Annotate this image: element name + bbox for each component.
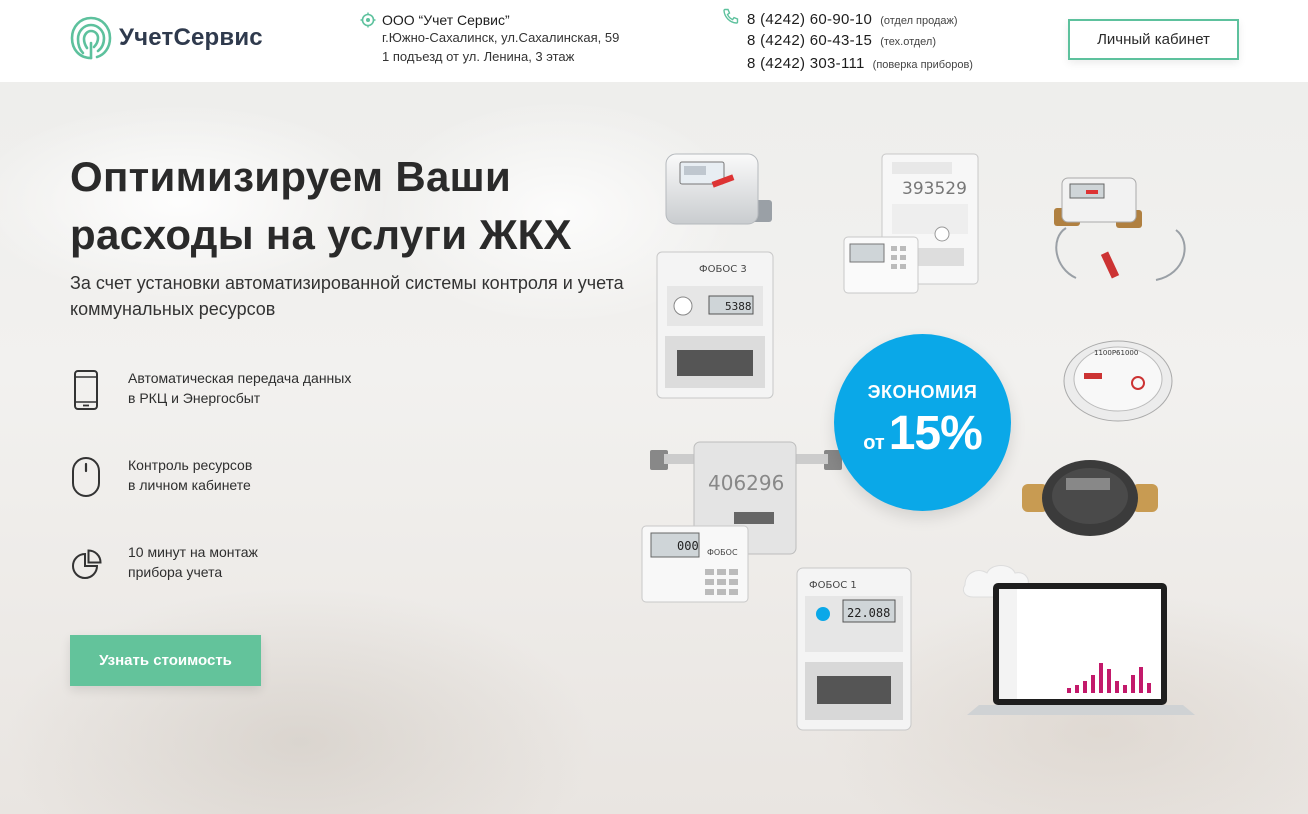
- feature-text-line-1: Контроль ресурсов: [128, 457, 253, 473]
- meter-reading-text: 22.088: [847, 606, 890, 620]
- brass-water-meter-image: [1022, 460, 1158, 536]
- gas-meter-image: [665, 153, 772, 225]
- phone-row: 8 (4242) 303-111 (поверка приборов): [722, 55, 973, 79]
- fingerprint-logo-icon: [70, 16, 112, 60]
- personal-cabinet-button[interactable]: Личный кабинет: [1068, 19, 1239, 60]
- hero-title: Оптимизируем Ваши расходы на услуги ЖКХ: [70, 148, 572, 264]
- site-header: УчетСервис ООО “Учет Сервис” г.Южно-Саха…: [0, 0, 1308, 82]
- water-meter-image: 1100Р61000: [1063, 340, 1173, 422]
- savings-value: от15%: [834, 406, 1011, 461]
- address-line-2: 1 подъезд от ул. Ленина, 3 этаж: [382, 49, 575, 64]
- hero-subtitle: За счет установки автоматизированной сис…: [70, 273, 624, 319]
- get-price-button[interactable]: Узнать стоимость: [70, 635, 261, 686]
- feature-text-line-2: прибора учета: [128, 564, 223, 580]
- hero-title-line-1: Оптимизируем Ваши: [70, 153, 512, 200]
- fobos1-meter-image: ФОБОС 1 22.088: [796, 567, 912, 731]
- phone-row: 8 (4242) 60-90-10 (отдел продаж): [722, 8, 973, 32]
- water-meter-number-text: 1100Р61000: [1094, 349, 1138, 357]
- feature-item: 10 минут на монтаж прибора учета: [70, 542, 258, 586]
- company-address: ООО “Учет Сервис” г.Южно-Сахалинск, ул.С…: [360, 12, 619, 66]
- display-unit-image: [843, 236, 919, 294]
- heat-meter-image: [1054, 177, 1186, 281]
- meter-brand-text: ФОБОС 1: [809, 580, 857, 591]
- feature-text-line-2: в личном кабинете: [128, 477, 251, 493]
- savings-badge: ЭКОНОМИЯ от15%: [834, 334, 1011, 511]
- flow-meter-number-text: 406296: [708, 471, 784, 495]
- savings-percent: 15%: [888, 407, 983, 460]
- savings-from: от: [863, 432, 885, 454]
- mouse-icon: [72, 457, 100, 497]
- location-target-icon: [360, 12, 376, 28]
- smartphone-icon: [74, 370, 98, 410]
- phone-note: (тех.отдел): [880, 35, 936, 48]
- brand-name: УчетСервис: [119, 24, 263, 51]
- phone-icon: [723, 8, 739, 24]
- fobos3-meter-image: ФОБОС 3 5388: [656, 251, 774, 399]
- address-line-1: г.Южно-Сахалинск, ул.Сахалинская, 59: [382, 30, 620, 45]
- meter-reading-text: 5388: [725, 300, 752, 313]
- phone-row: 8 (4242) 60-43-15 (тех.отдел): [722, 32, 973, 56]
- phone-number[interactable]: 8 (4242) 303-111: [747, 55, 865, 72]
- savings-label: ЭКОНОМИЯ: [867, 382, 978, 402]
- feature-text-line-2: в РКЦ и Энергосбыт: [128, 390, 261, 406]
- phone-list: 8 (4242) 60-90-10 (отдел продаж) 8 (4242…: [722, 8, 973, 79]
- feature-text-line-1: Автоматическая передача данных: [128, 370, 352, 386]
- feature-item: Автоматическая передача данных в РКЦ и Э…: [70, 368, 351, 412]
- phone-note: (поверка приборов): [872, 59, 973, 71]
- fobos-display-image: 000 ФОБОС: [641, 525, 749, 603]
- meter-brand-text: ФОБОС 3: [699, 264, 747, 275]
- feature-item: Контроль ресурсов в личном кабинете: [70, 455, 252, 499]
- logo[interactable]: УчетСервис: [69, 15, 263, 61]
- meter-number-text: 393529: [902, 179, 967, 199]
- phone-note: (отдел продаж): [880, 15, 958, 27]
- phone-number[interactable]: 8 (4242) 60-43-15: [747, 32, 872, 49]
- hero-title-line-2: расходы на услуги ЖКХ: [70, 211, 572, 258]
- laptop-dashboard-image: [962, 565, 1195, 715]
- feature-text-line-1: 10 минут на монтаж: [128, 544, 258, 560]
- display-brand-text: ФОБОС: [707, 548, 738, 557]
- phone-number[interactable]: 8 (4242) 60-90-10: [747, 11, 872, 28]
- pie-chart-icon: [72, 549, 102, 579]
- display-reading-text: 000: [677, 539, 699, 553]
- company-name: ООО “Учет Сервис”: [382, 12, 510, 28]
